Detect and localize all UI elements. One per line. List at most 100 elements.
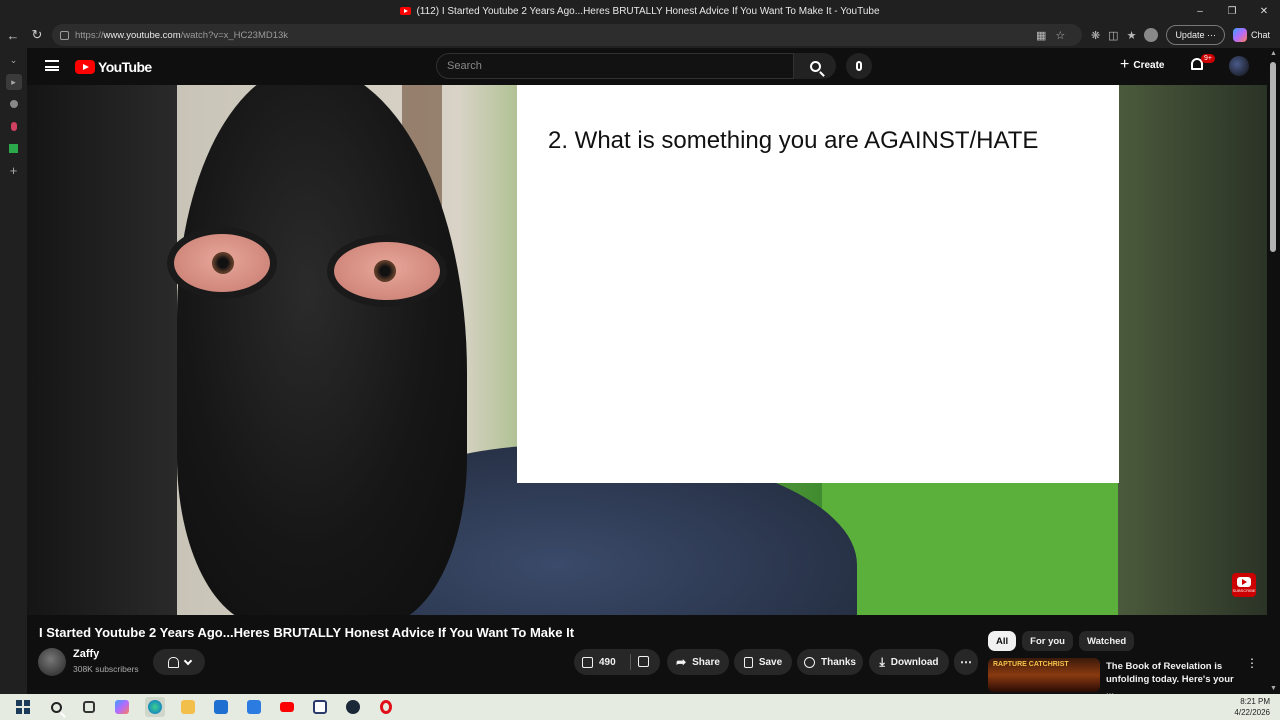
save-button[interactable]: Save bbox=[734, 649, 792, 675]
like-count: 490 bbox=[599, 656, 616, 668]
collapse-chevron-icon[interactable]: ⌄ bbox=[6, 52, 22, 68]
start-button[interactable] bbox=[13, 697, 33, 717]
channel-name[interactable]: Zaffy bbox=[73, 648, 99, 660]
window-controls: – ❐ ✕ bbox=[1184, 0, 1280, 22]
edge-taskbar-icon[interactable] bbox=[145, 697, 165, 717]
favorites-icon[interactable]: ★ bbox=[1127, 29, 1137, 42]
sidebar-app-1-icon[interactable] bbox=[6, 96, 22, 112]
subscription-bell-button[interactable] bbox=[153, 649, 205, 675]
recommendation-menu-icon[interactable]: ⋮ bbox=[1246, 657, 1258, 669]
youtube-logo[interactable]: YouTube bbox=[75, 59, 152, 75]
url-field[interactable]: https://www.youtube.com/watch?v=x_HC23MD… bbox=[52, 24, 1082, 46]
download-button[interactable]: ⤓ Download bbox=[869, 649, 949, 675]
youtube-play-icon bbox=[75, 60, 95, 74]
site-info-icon[interactable] bbox=[60, 30, 69, 40]
download-icon: ⤓ bbox=[879, 654, 885, 669]
audio-tab-icon[interactable]: ▸ bbox=[5, 74, 22, 90]
search-icon bbox=[809, 60, 821, 72]
search-input[interactable]: Search bbox=[436, 53, 794, 79]
refresh-icon[interactable]: ↻ bbox=[26, 24, 48, 46]
app-glyph bbox=[313, 700, 327, 714]
voice-search-button[interactable] bbox=[846, 53, 872, 79]
video-player[interactable]: 2. What is something you are AGAINST/HAT… bbox=[27, 85, 1267, 615]
steam-icon[interactable] bbox=[343, 697, 363, 717]
chevron-down-icon bbox=[183, 656, 192, 665]
mail-glyph bbox=[247, 700, 261, 714]
edge-glyph bbox=[148, 700, 162, 714]
like-button[interactable]: 490 bbox=[574, 649, 660, 675]
menu-icon[interactable] bbox=[45, 60, 59, 71]
video-title: I Started Youtube 2 Years Ago...Heres BR… bbox=[39, 625, 575, 640]
like-dislike-divider bbox=[630, 654, 631, 670]
youtube-glyph bbox=[280, 702, 294, 712]
account-avatar[interactable] bbox=[1229, 56, 1249, 76]
scroll-up-icon[interactable]: ▲ bbox=[1270, 50, 1277, 57]
scrollbar-thumb[interactable] bbox=[1270, 62, 1276, 252]
minimize-icon[interactable]: – bbox=[1184, 0, 1216, 22]
favorite-star-icon[interactable]: ☆ bbox=[1055, 29, 1065, 42]
chip-watched[interactable]: Watched bbox=[1078, 631, 1135, 651]
app-available-icon[interactable]: ▦ bbox=[1036, 29, 1046, 42]
bookmark-icon bbox=[743, 656, 753, 668]
create-button[interactable]: + Create bbox=[1120, 57, 1164, 73]
copilot-glyph bbox=[115, 700, 129, 714]
search-taskbar-icon[interactable] bbox=[46, 697, 66, 717]
search-button[interactable] bbox=[794, 53, 836, 79]
eye-left bbox=[212, 252, 234, 274]
channel-avatar[interactable] bbox=[38, 648, 66, 676]
store-glyph bbox=[214, 700, 228, 714]
copilot-chat-button[interactable]: Chat bbox=[1232, 28, 1270, 42]
share-button[interactable]: ➦ Share bbox=[667, 649, 729, 675]
windows-taskbar: 8:21 PM 4/22/2026 bbox=[0, 694, 1280, 720]
sidebar-app-3-icon[interactable] bbox=[6, 140, 22, 156]
mail-icon[interactable] bbox=[244, 697, 264, 717]
browser-toolbar: ❋ ◫ ★ Update ⋯ Chat bbox=[1091, 22, 1280, 48]
file-explorer-icon[interactable] bbox=[178, 697, 198, 717]
subscriber-count: 308K subscribers bbox=[73, 664, 139, 674]
youtube-wordmark: YouTube bbox=[98, 59, 152, 75]
save-label: Save bbox=[758, 656, 783, 668]
chip-for-you[interactable]: For you bbox=[1022, 631, 1073, 651]
person-balaclava bbox=[177, 85, 467, 615]
add-sidebar-app-icon[interactable]: + bbox=[6, 162, 22, 178]
steam-glyph bbox=[346, 700, 360, 714]
notification-badge: 9+ bbox=[1201, 54, 1215, 63]
opera-icon[interactable] bbox=[376, 697, 396, 717]
update-button[interactable]: Update ⋯ bbox=[1166, 25, 1225, 45]
task-view-icon[interactable] bbox=[79, 697, 99, 717]
microphone-icon bbox=[856, 61, 862, 71]
back-icon[interactable]: ← bbox=[2, 24, 24, 46]
scroll-down-icon[interactable]: ▼ bbox=[1270, 685, 1277, 692]
recommendation-thumbnail[interactable]: RAPTURE CATCHRIST bbox=[988, 658, 1100, 692]
address-bar-row: ← ↻ https://www.youtube.com/watch?v=x_HC… bbox=[0, 22, 1280, 48]
clock-time: 8:21 PM bbox=[1240, 697, 1270, 706]
share-label: Share bbox=[692, 656, 720, 668]
taskbar-clock[interactable]: 8:21 PM 4/22/2026 bbox=[1234, 696, 1270, 718]
app-taskbar-icon[interactable] bbox=[310, 697, 330, 717]
background-green-wall bbox=[822, 483, 1118, 615]
plus-icon: + bbox=[1120, 56, 1130, 73]
subscribe-watermark-text: SUBSCRIBE bbox=[1232, 588, 1256, 593]
thanks-button[interactable]: Thanks bbox=[797, 649, 863, 675]
subscribe-watermark[interactable]: SUBSCRIBE bbox=[1232, 573, 1256, 597]
chip-all[interactable]: All bbox=[988, 631, 1017, 651]
more-actions-button[interactable]: ⋯ bbox=[954, 649, 978, 675]
presentation-slide: 2. What is something you are AGAINST/HAT… bbox=[517, 85, 1119, 483]
sidebar-app-2-icon[interactable] bbox=[6, 118, 22, 134]
close-icon[interactable]: ✕ bbox=[1248, 0, 1280, 22]
share-icon: ➦ bbox=[676, 655, 687, 669]
store-icon[interactable] bbox=[211, 697, 231, 717]
eye-opening-right bbox=[327, 235, 447, 307]
extensions-icon[interactable]: ❋ bbox=[1091, 29, 1100, 42]
thumbs-down-icon[interactable] bbox=[638, 656, 649, 667]
restore-icon[interactable]: ❐ bbox=[1216, 0, 1248, 22]
profile-icon[interactable] bbox=[1144, 28, 1159, 42]
youtube-header: YouTube Search + Create 9+ bbox=[27, 48, 1267, 85]
split-screen-icon[interactable]: ◫ bbox=[1108, 29, 1118, 42]
create-label: Create bbox=[1133, 59, 1165, 71]
youtube-taskbar-icon[interactable] bbox=[277, 697, 297, 717]
folder-glyph bbox=[181, 700, 195, 714]
bell-icon bbox=[167, 656, 179, 668]
page-scrollbar[interactable]: ▲ ▼ bbox=[1267, 48, 1280, 694]
copilot-taskbar-icon[interactable] bbox=[112, 697, 132, 717]
